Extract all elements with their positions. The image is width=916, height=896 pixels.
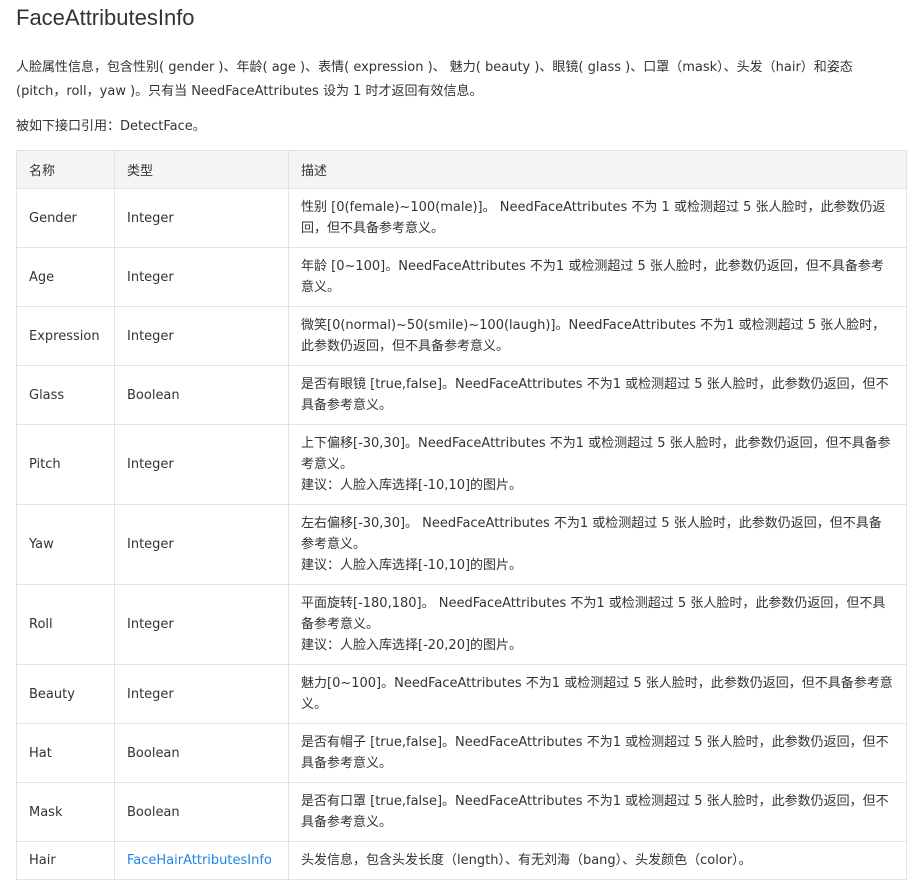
table-header-row: 名称 类型 描述 [16,150,907,189]
description-line: 建议：人脸入库选择[-20,20]的图片。 [301,638,523,653]
cell-description: 左右偏移[-30,30]。 NeedFaceAttributes 不为1 或检测… [288,504,907,585]
cell-description: 头发信息，包含头发长度（length）、有无刘海（bang）、头发颜色（colo… [288,841,907,880]
description-line: 年龄 [0~100]。NeedFaceAttributes 不为1 或检测超过 … [301,259,884,295]
table-body: Gender Integer 性别 [0(female)~100(male)]。 N… [16,188,907,880]
cell-type: Integer [114,584,289,665]
cell-name: Expression [16,306,115,366]
cell-description: 性别 [0(female)~100(male)]。 NeedFaceAttrib… [288,188,907,248]
header-type: 类型 [114,150,289,189]
cell-type: Integer [114,424,289,505]
table-row: Pitch Integer 上下偏移[-30,30]。NeedFaceAttribu… [16,424,907,505]
cell-name: Gender [16,188,115,248]
doc-page: FaceAttributesInfo 人脸属性信息，包含性别( gender )… [0,0,916,896]
description-line: 左右偏移[-30,30]。 NeedFaceAttributes 不为1 或检测… [301,516,882,552]
table-row: Expression Integer 微笑[0(normal)~50(smile)~… [16,306,907,366]
table-row: Age Integer 年龄 [0~100]。NeedFaceAttributes … [16,247,907,307]
cell-type: Integer [114,306,289,366]
description-line: 平面旋转[-180,180]。 NeedFaceAttributes 不为1 或… [301,596,886,632]
description-line: 微笑[0(normal)~50(smile)~100(laugh)]。NeedF… [301,318,886,354]
cell-description: 微笑[0(normal)~50(smile)~100(laugh)]。NeedF… [288,306,907,366]
description-line: 建议：人脸入库选择[-10,10]的图片。 [301,558,523,573]
cell-type: FaceHairAttributesInfo [114,841,289,880]
description-line: 性别 [0(female)~100(male)]。 NeedFaceAttrib… [301,200,886,236]
cell-name: Pitch [16,424,115,505]
table-row: Glass Boolean 是否有眼镜 [true,false]。NeedFaceA… [16,365,907,425]
type-link[interactable]: FaceHairAttributesInfo [127,853,272,868]
cell-type: Boolean [114,723,289,783]
description-line: 是否有口罩 [true,false]。NeedFaceAttributes 不为… [301,794,889,830]
description-line: 上下偏移[-30,30]。NeedFaceAttributes 不为1 或检测超… [301,436,891,472]
reference-note: 被如下接口引用：DetectFace。 [16,119,206,134]
cell-type: Boolean [114,782,289,842]
cell-type: Boolean [114,365,289,425]
cell-type: Integer [114,504,289,585]
cell-name: Hair [16,841,115,880]
page-title: FaceAttributesInfo [16,5,195,30]
cell-description: 是否有帽子 [true,false]。NeedFaceAttributes 不为… [288,723,907,783]
cell-name: Age [16,247,115,307]
cell-name: Glass [16,365,115,425]
description-line: 是否有眼镜 [true,false]。NeedFaceAttributes 不为… [301,377,889,413]
cell-name: Yaw [16,504,115,585]
description-line: 头发信息，包含头发长度（length）、有无刘海（bang）、头发颜色（colo… [301,853,752,868]
description-line: 是否有帽子 [true,false]。NeedFaceAttributes 不为… [301,735,889,771]
cell-description: 年龄 [0~100]。NeedFaceAttributes 不为1 或检测超过 … [288,247,907,307]
cell-description: 是否有口罩 [true,false]。NeedFaceAttributes 不为… [288,782,907,842]
description-line: 魅力[0~100]。NeedFaceAttributes 不为1 或检测超过 5… [301,676,893,712]
parameters-table: 名称 类型 描述 Gender Integer 性别 [0(female)~100(… [16,150,907,880]
cell-type: Integer [114,664,289,724]
cell-description: 上下偏移[-30,30]。NeedFaceAttributes 不为1 或检测超… [288,424,907,505]
cell-description: 是否有眼镜 [true,false]。NeedFaceAttributes 不为… [288,365,907,425]
table-row: Hat Boolean 是否有帽子 [true,false]。NeedFaceAtt… [16,723,907,783]
table-row: Mask Boolean 是否有口罩 [true,false]。NeedFaceAt… [16,782,907,842]
header-description: 描述 [288,150,907,189]
cell-name: Mask [16,782,115,842]
intro-paragraph: 人脸属性信息，包含性别( gender )、年龄( age )、表情( expr… [16,60,853,99]
cell-description: 魅力[0~100]。NeedFaceAttributes 不为1 或检测超过 5… [288,664,907,724]
cell-type: Integer [114,247,289,307]
table-row: Yaw Integer 左右偏移[-30,30]。 NeedFaceAttribut… [16,504,907,585]
table-row: Roll Integer 平面旋转[-180,180]。 NeedFaceAttri… [16,584,907,665]
table-row: Gender Integer 性别 [0(female)~100(male)]。 N… [16,188,907,248]
header-name: 名称 [16,150,115,189]
description-line: 建议：人脸入库选择[-10,10]的图片。 [301,478,523,493]
cell-name: Beauty [16,664,115,724]
cell-type: Integer [114,188,289,248]
cell-name: Hat [16,723,115,783]
table-row: Hair FaceHairAttributesInfo 头发信息，包含头发长度（le… [16,841,907,880]
table-row: Beauty Integer 魅力[0~100]。NeedFaceAttribute… [16,664,907,724]
cell-name: Roll [16,584,115,665]
cell-description: 平面旋转[-180,180]。 NeedFaceAttributes 不为1 或… [288,584,907,665]
